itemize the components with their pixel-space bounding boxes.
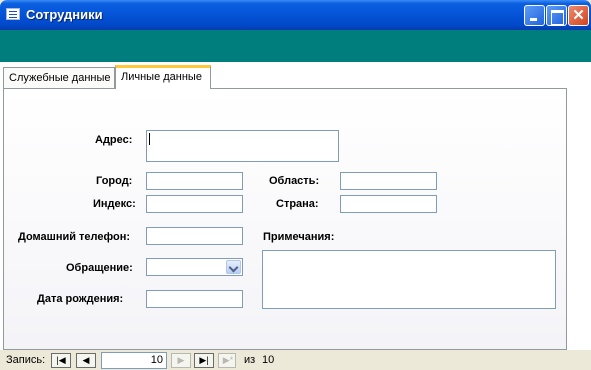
close-button[interactable]: ✕ (568, 5, 589, 26)
country-field[interactable] (340, 195, 437, 213)
tab-control: Служебные данные Личные данные Адрес: Го… (0, 62, 591, 350)
address-label: Адрес: (95, 134, 133, 146)
form-icon (6, 8, 20, 20)
notes-label: Примечания: (263, 231, 335, 243)
region-field[interactable] (340, 172, 437, 190)
address-field[interactable] (146, 130, 339, 162)
minimize-button[interactable] (524, 5, 545, 26)
birth-date-label: Дата рождения: (37, 293, 124, 305)
new-record-icon: ▶* (222, 355, 234, 365)
last-record-button[interactable]: ▶| (194, 353, 214, 368)
maximize-button[interactable] (546, 5, 567, 26)
tab-panel-personal: Адрес: Город: Область: Индекс: Страна: Д… (3, 88, 567, 350)
tab-service-data[interactable]: Служебные данные (3, 67, 115, 88)
chevron-down-icon[interactable] (226, 260, 241, 274)
city-field[interactable] (146, 172, 243, 190)
last-record-icon: ▶| (199, 355, 209, 365)
current-record-input[interactable]: 10 (101, 352, 167, 369)
of-label: из (244, 354, 256, 366)
home-phone-label: Домашний телефон: (18, 231, 131, 243)
next-record-icon: ▶ (177, 355, 185, 365)
record-label: Запись: (6, 354, 46, 366)
birth-date-field[interactable] (146, 290, 243, 308)
region-label: Область: (269, 175, 320, 187)
notes-field[interactable] (262, 250, 556, 309)
window-title: Сотрудники (26, 7, 103, 22)
first-record-icon: |◀ (56, 355, 66, 365)
new-record-button[interactable]: ▶* (218, 353, 236, 368)
text-cursor (149, 133, 150, 145)
form-header (0, 30, 591, 62)
previous-record-button[interactable]: ◀ (76, 353, 96, 368)
previous-record-icon: ◀ (82, 355, 90, 365)
record-navigation-bar: Запись: |◀ ◀ 10 ▶ ▶| ▶* из 10 (0, 350, 591, 370)
close-icon: ✕ (572, 7, 585, 24)
title-of-courtesy-combo[interactable] (146, 258, 243, 276)
postal-code-field[interactable] (146, 195, 243, 213)
postal-code-label: Индекс: (93, 198, 136, 210)
title-bar: Сотрудники ✕ (0, 0, 591, 30)
title-of-courtesy-label: Обращение: (66, 262, 133, 274)
next-record-button[interactable]: ▶ (171, 353, 191, 368)
country-label: Страна: (276, 198, 319, 210)
city-label: Город: (96, 175, 133, 187)
tab-personal-data[interactable]: Личные данные (115, 65, 211, 89)
first-record-button[interactable]: |◀ (51, 353, 71, 368)
total-records: 10 (262, 354, 275, 366)
home-phone-field[interactable] (146, 227, 243, 245)
